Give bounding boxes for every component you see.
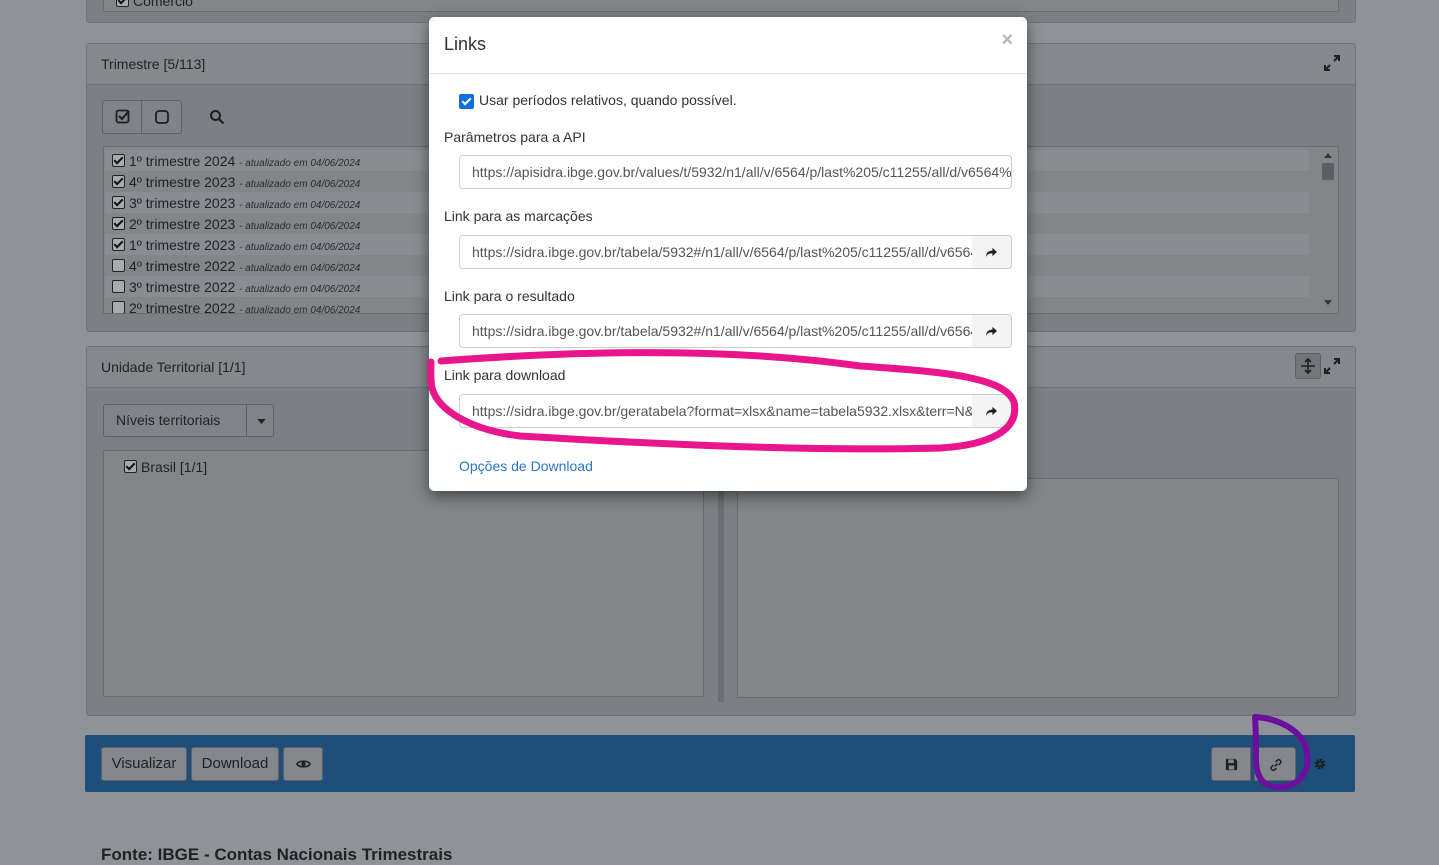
selected-territory-box [737,478,1339,698]
marcacoes-url-field[interactable]: https://sidra.ibge.gov.br/tabela/5932#/n… [459,235,973,269]
chevron-down-icon [257,419,266,424]
checkbox[interactable] [112,238,125,251]
settings-button[interactable] [1308,747,1332,781]
list-item[interactable]: 3º trimestre 2023 - atualizado em 04/06/… [112,195,360,216]
expand-icon[interactable] [1323,357,1341,375]
updated-note: - atualizado em 04/06/2024 [239,221,361,232]
open-download-button[interactable] [972,394,1012,428]
action-toolbar: Visualizar Download [85,735,1355,792]
source-footer: Fonte: IBGE - Contas Nacionais Trimestra… [101,845,453,864]
panel-title: Trimestre [5/113] [101,56,206,72]
scroll-up-icon[interactable] [1324,153,1332,158]
territorial-level-dropdown[interactable]: Níveis territoriais [103,404,274,437]
links-button[interactable] [1254,747,1296,781]
search-icon[interactable] [209,109,225,125]
resultado-url-field[interactable]: https://sidra.ibge.gov.br/tabela/5932#/n… [459,314,973,348]
scroll-thumb[interactable] [1322,163,1334,180]
tree-item-label: Brasil [1/1] [141,459,208,475]
list-item[interactable]: 4º trimestre 2022 - atualizado em 04/06/… [112,258,360,279]
panel-title: Unidade Territorial [1/1] [101,359,246,375]
quarter-label: 2º trimestre 2023 [129,216,236,232]
relative-periods-label: Usar períodos relativos, quando possível… [479,92,737,108]
tree-item[interactable]: Brasil [1/1] [124,459,207,480]
share-icon [986,247,997,257]
list-item[interactable]: 1º trimestre 2023 - atualizado em 04/06/… [112,237,360,258]
quarter-label: 1º trimestre 2023 [129,237,236,253]
relative-periods-checkbox[interactable] [459,94,474,109]
updated-note: - atualizado em 04/06/2024 [239,200,361,211]
check-all-button[interactable] [102,100,142,134]
links-modal: Links × Usar períodos relativos, quando … [429,17,1027,491]
list-item[interactable]: Comércio [116,0,193,11]
checkbox[interactable] [112,196,125,209]
download-label: Link para download [444,367,566,383]
check-all-icon [115,109,130,124]
checkbox[interactable] [116,0,129,7]
download-button[interactable]: Download [191,747,279,781]
updated-note: - atualizado em 04/06/2024 [239,179,361,190]
resultado-label: Link para o resultado [444,288,575,304]
modal-header: Links × [429,17,1027,74]
open-marcacoes-button[interactable] [972,235,1012,269]
quarter-label: 3º trimestre 2022 [129,279,236,295]
quarter-label: 2º trimestre 2022 [129,300,236,314]
share-icon [986,326,997,336]
open-resultado-button[interactable] [972,314,1012,348]
updated-note: - atualizado em 04/06/2024 [239,242,361,253]
list-item[interactable]: 1º trimestre 2024 - atualizado em 04/06/… [112,153,360,174]
move-button[interactable] [1295,353,1321,379]
link-icon [1270,759,1282,771]
list-item-label: Comércio [133,0,193,9]
checkbox[interactable] [112,301,125,313]
modal-title: Links [444,34,487,54]
variables-list: Comércio [103,0,1339,12]
quarter-label: 4º trimestre 2023 [129,174,236,190]
list-item[interactable]: 3º trimestre 2022 - atualizado em 04/06/… [112,279,360,300]
api-label: Parâmetros para a API [444,129,586,145]
move-icon [1301,358,1315,374]
download-url-field[interactable]: https://sidra.ibge.gov.br/geratabela?for… [459,394,973,428]
checkbox[interactable] [112,280,125,293]
updated-note: - atualizado em 04/06/2024 [239,158,361,169]
preview-button[interactable] [283,747,323,781]
quarter-label: 4º trimestre 2022 [129,258,236,274]
list-item[interactable]: 2º trimestre 2022 - atualizado em 04/06/… [112,300,361,314]
quarter-label: 3º trimestre 2023 [129,195,236,211]
quarter-label: 1º trimestre 2024 [129,153,236,169]
eye-icon [296,760,311,768]
dropdown-value: Níveis territoriais [116,412,221,428]
checkbox[interactable] [112,259,125,272]
close-icon[interactable]: × [1001,29,1013,52]
updated-note: - atualizado em 04/06/2024 [239,263,361,274]
save-icon [1225,758,1238,771]
save-button[interactable] [1211,747,1251,781]
updated-note: - atualizado em 04/06/2024 [239,284,361,295]
checkbox[interactable] [124,460,137,473]
checkbox[interactable] [112,175,125,188]
scroll-down-icon[interactable] [1324,300,1332,305]
updated-note: - atualizado em 04/06/2024 [239,305,361,314]
list-item[interactable]: 2º trimestre 2023 - atualizado em 04/06/… [112,216,360,237]
expand-icon[interactable] [1323,54,1341,72]
api-url-field[interactable]: https://apisidra.ibge.gov.br/values/t/59… [459,155,1012,189]
share-icon [986,406,997,416]
checkbox[interactable] [112,154,125,167]
checkbox[interactable] [112,217,125,230]
uncheck-all-button[interactable] [141,100,182,134]
uncheck-all-icon [155,110,169,124]
visualizar-button[interactable]: Visualizar [101,747,187,781]
list-item[interactable]: 4º trimestre 2023 - atualizado em 04/06/… [112,174,360,195]
marcacoes-label: Link para as marcações [444,208,593,224]
download-options-link[interactable]: Opções de Download [459,458,593,474]
gear-icon [1314,758,1326,770]
list-scrollbar[interactable] [1322,153,1334,305]
